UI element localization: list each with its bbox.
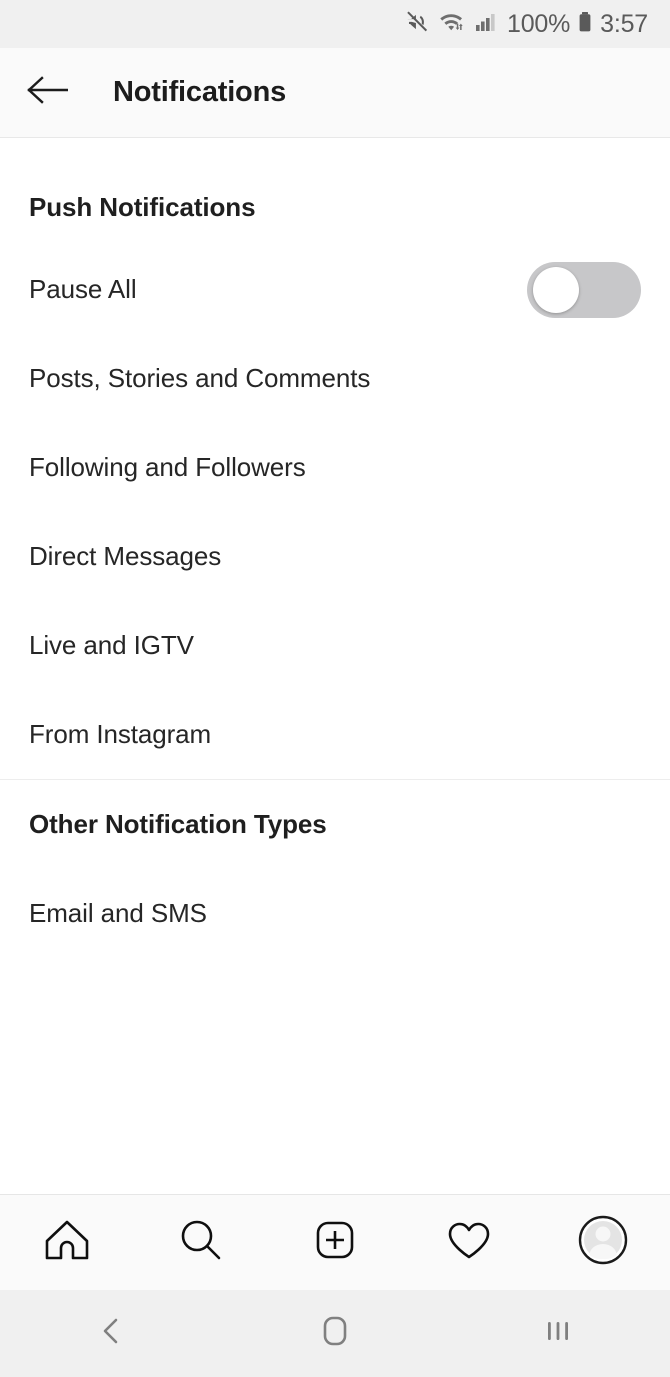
section-push-notifications: Push Notifications Pause All Posts, Stor… <box>0 138 670 779</box>
tab-profile[interactable] <box>551 1195 655 1291</box>
row-email-and-sms[interactable]: Email and SMS <box>0 869 670 958</box>
tab-new-post[interactable] <box>283 1195 387 1291</box>
battery-full-icon <box>577 9 593 40</box>
nav-recents[interactable] <box>483 1290 633 1377</box>
wifi-icon <box>437 9 467 40</box>
row-pause-all[interactable]: Pause All <box>0 245 670 334</box>
phone-screen: 100% 3:57 Notifications Push Notificatio… <box>0 0 670 1377</box>
row-posts-stories-comments[interactable]: Posts, Stories and Comments <box>0 334 670 423</box>
nav-home[interactable] <box>260 1290 410 1377</box>
row-label: Email and SMS <box>29 898 207 928</box>
system-home-icon <box>318 1312 352 1355</box>
cellular-signal-icon <box>474 9 500 40</box>
home-icon <box>42 1215 92 1270</box>
heart-icon <box>444 1215 494 1270</box>
instagram-tab-bar <box>0 1194 670 1290</box>
battery-percent-label: 100% <box>507 9 571 38</box>
section-other-notification-types: Other Notification Types Email and SMS <box>0 779 670 958</box>
clock-label: 3:57 <box>600 9 648 38</box>
status-bar: 100% 3:57 <box>0 0 670 48</box>
row-label: Following and Followers <box>29 452 306 482</box>
pause-all-toggle[interactable] <box>527 261 641 318</box>
row-following-and-followers[interactable]: Following and Followers <box>0 423 670 512</box>
section-heading-push-notifications: Push Notifications <box>29 192 256 222</box>
back-button[interactable] <box>24 70 70 116</box>
add-post-icon <box>310 1215 360 1270</box>
status-bar-icons: 100% 3:57 <box>404 9 648 40</box>
settings-list: Push Notifications Pause All Posts, Stor… <box>0 138 670 1194</box>
page-title: Notifications <box>113 76 287 108</box>
system-back-icon <box>95 1314 129 1353</box>
tab-search[interactable] <box>149 1195 253 1291</box>
search-icon <box>176 1215 226 1270</box>
android-nav-bar <box>0 1290 670 1377</box>
row-live-and-igtv[interactable]: Live and IGTV <box>0 601 670 690</box>
row-label: Pause All <box>29 274 137 304</box>
tab-home[interactable] <box>15 1195 119 1291</box>
row-direct-messages[interactable]: Direct Messages <box>0 512 670 601</box>
nav-back[interactable] <box>37 1290 187 1377</box>
row-label: From Instagram <box>29 719 212 749</box>
app-header: Notifications <box>0 48 670 138</box>
tab-activity[interactable] <box>417 1195 521 1291</box>
row-label: Direct Messages <box>29 541 222 571</box>
section-heading-other-notification-types: Other Notification Types <box>29 809 327 839</box>
profile-avatar-icon <box>577 1214 629 1271</box>
row-label: Posts, Stories and Comments <box>29 363 371 393</box>
back-arrow-icon <box>26 75 69 110</box>
row-from-instagram[interactable]: From Instagram <box>0 690 670 779</box>
system-recents-icon <box>541 1314 575 1353</box>
mute-icon <box>404 9 430 40</box>
row-label: Live and IGTV <box>29 630 194 660</box>
toggle-knob <box>533 266 579 313</box>
